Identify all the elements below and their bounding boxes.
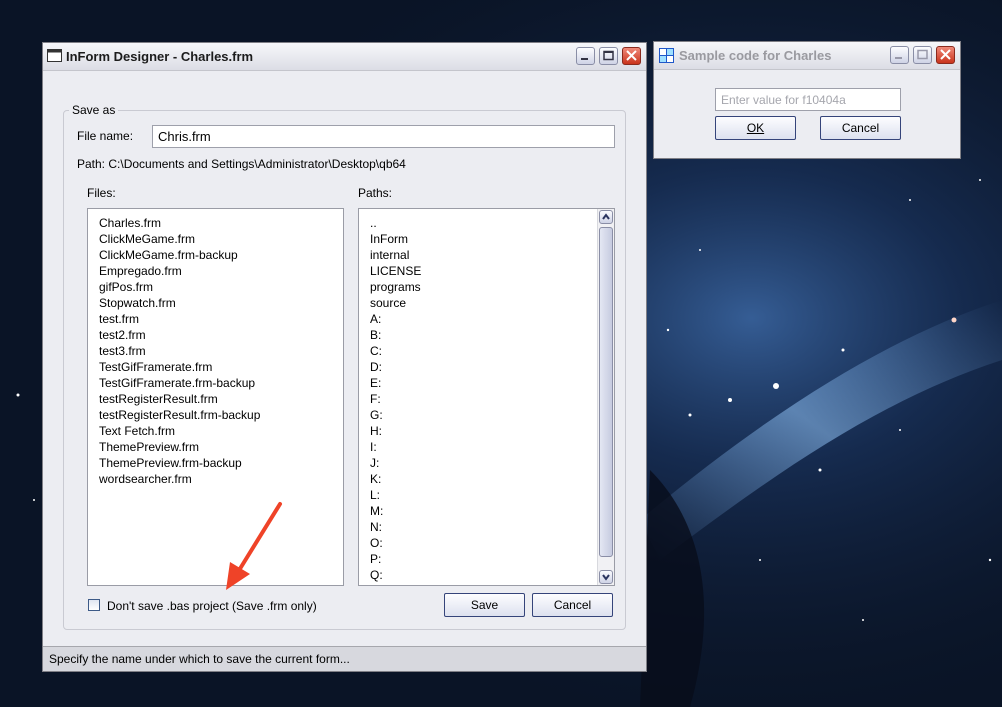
paths-list[interactable]: .. InForm internal LICENSE programs source A: B… (358, 208, 615, 586)
list-item[interactable]: N: (370, 519, 421, 535)
list-item[interactable]: wordsearcher.frm (99, 471, 260, 487)
save-button[interactable]: Save (444, 593, 525, 617)
scroll-thumb[interactable] (599, 227, 613, 557)
list-item[interactable]: O: (370, 535, 421, 551)
minimize-icon (581, 58, 588, 60)
list-item[interactable]: testRegisterResult.frm (99, 391, 260, 407)
main-titlebar[interactable]: InForm Designer - Charles.frm (43, 43, 646, 71)
sample-close-button[interactable] (936, 46, 955, 64)
sample-maximize-button[interactable] (913, 46, 932, 64)
list-item[interactable]: Stopwatch.frm (99, 295, 260, 311)
chevron-down-icon (602, 574, 610, 581)
list-item[interactable]: E: (370, 375, 421, 391)
list-item[interactable]: ThemePreview.frm-backup (99, 455, 260, 471)
scroll-down-button[interactable] (599, 570, 613, 584)
close-icon (940, 49, 951, 60)
list-item[interactable]: programs (370, 279, 421, 295)
list-item[interactable]: A: (370, 311, 421, 327)
list-item[interactable]: internal (370, 247, 421, 263)
list-item[interactable]: P: (370, 551, 421, 567)
status-text: Specify the name under which to save the… (49, 652, 350, 666)
list-item[interactable]: ClickMeGame.frm (99, 231, 260, 247)
annotation-arrow-icon (226, 502, 282, 590)
qb64-app-icon (659, 48, 674, 63)
minimize-icon (895, 57, 902, 59)
status-bar: Specify the name under which to save the… (43, 646, 646, 671)
list-item[interactable]: .. (370, 215, 421, 231)
files-label: Files: (87, 186, 116, 200)
maximize-icon (917, 49, 928, 60)
paths-scrollbar[interactable] (597, 209, 614, 585)
list-item[interactable]: L: (370, 487, 421, 503)
file-name-label: File name: (77, 129, 134, 143)
list-item[interactable]: test.frm (99, 311, 260, 327)
files-list-items: Charles.frm ClickMeGame.frm ClickMeGame.fr… (99, 215, 260, 487)
paths-label: Paths: (358, 186, 393, 200)
files-list[interactable]: Charles.frm ClickMeGame.frm ClickMeGame.fr… (87, 208, 344, 586)
file-name-input[interactable] (152, 125, 615, 148)
scroll-up-button[interactable] (599, 210, 613, 224)
cancel-button[interactable]: Cancel (532, 593, 613, 617)
list-item[interactable]: C: (370, 343, 421, 359)
list-item[interactable]: Text Fetch.frm (99, 423, 260, 439)
minimize-button[interactable] (576, 47, 595, 65)
list-item[interactable]: LICENSE (370, 263, 421, 279)
maximize-button[interactable] (599, 47, 618, 65)
sample-value-input[interactable] (715, 88, 901, 111)
list-item[interactable]: F: (370, 391, 421, 407)
list-item[interactable]: K: (370, 471, 421, 487)
list-item[interactable]: G: (370, 407, 421, 423)
sample-titlebar[interactable]: Sample code for Charles (654, 42, 960, 70)
list-item[interactable]: M: (370, 503, 421, 519)
list-item[interactable]: TestGifFramerate.frm (99, 359, 260, 375)
paths-list-items: .. InForm internal LICENSE programs source A: B… (370, 215, 421, 583)
close-icon (626, 50, 637, 61)
list-item[interactable]: ClickMeGame.frm-backup (99, 247, 260, 263)
list-item[interactable]: H: (370, 423, 421, 439)
list-item[interactable]: gifPos.frm (99, 279, 260, 295)
save-as-group-label: Save as (69, 103, 119, 117)
list-item[interactable]: InForm (370, 231, 421, 247)
sample-code-window: Sample code for Charles OK Cancel (653, 41, 961, 159)
list-item[interactable]: Empregado.frm (99, 263, 260, 279)
list-item[interactable]: J: (370, 455, 421, 471)
list-item[interactable]: source (370, 295, 421, 311)
chevron-up-icon (602, 213, 610, 220)
dont-save-bas-label: Don't save .bas project (Save .frm only) (107, 599, 317, 613)
sample-cancel-button[interactable]: Cancel (820, 116, 901, 140)
list-item[interactable]: I: (370, 439, 421, 455)
window-app-icon (47, 49, 62, 62)
main-window-title: InForm Designer - Charles.frm (66, 49, 254, 64)
sample-window-title: Sample code for Charles (679, 48, 832, 63)
close-button[interactable] (622, 47, 641, 65)
list-item[interactable]: Q: (370, 567, 421, 583)
maximize-icon (603, 50, 614, 61)
sample-minimize-button[interactable] (890, 46, 909, 64)
list-item[interactable]: D: (370, 359, 421, 375)
ok-button[interactable]: OK (715, 116, 796, 140)
path-text: Path: C:\Documents and Settings\Administ… (77, 157, 406, 171)
list-item[interactable]: TestGifFramerate.frm-backup (99, 375, 260, 391)
list-item[interactable]: test2.frm (99, 327, 260, 343)
list-item[interactable]: testRegisterResult.frm-backup (99, 407, 260, 423)
list-item[interactable]: ThemePreview.frm (99, 439, 260, 455)
list-item[interactable]: Charles.frm (99, 215, 260, 231)
dont-save-bas-checkbox[interactable] (88, 599, 100, 611)
inform-designer-window: InForm Designer - Charles.frm Save as Fi… (42, 42, 647, 672)
list-item[interactable]: test3.frm (99, 343, 260, 359)
list-item[interactable]: B: (370, 327, 421, 343)
